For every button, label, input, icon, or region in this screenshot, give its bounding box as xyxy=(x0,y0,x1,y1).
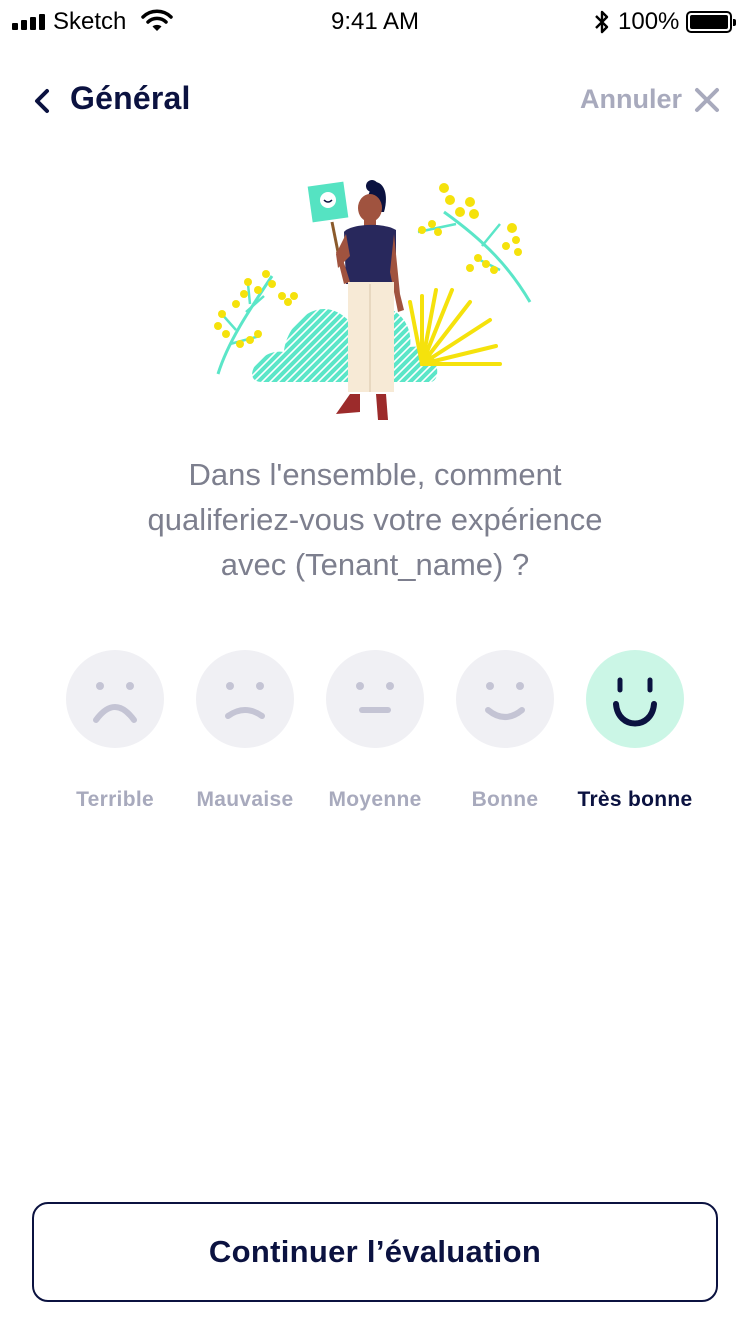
question-text: Dans l'ensemble, comment qualiferiez-vou… xyxy=(60,452,690,587)
battery-percentage: 100% xyxy=(618,8,680,35)
neutral-face-icon xyxy=(326,650,424,748)
back-button[interactable] xyxy=(30,84,54,118)
question-line-3: avec (Tenant_name) ? xyxy=(220,547,530,582)
question-line-2: qualiferiez-vous votre expérience xyxy=(147,502,603,537)
rating-options: Terrible Mauvaise Moyenne Bonne Très bon… xyxy=(45,650,705,830)
continue-label: Continuer l’évaluation xyxy=(208,1234,542,1269)
rating-label: Très bonne xyxy=(577,788,693,811)
rating-mauvaise[interactable]: Mauvaise xyxy=(175,650,315,820)
nav-bar: Général Annuler xyxy=(0,70,750,134)
chevron-left-icon xyxy=(35,89,49,113)
bluetooth-icon xyxy=(592,8,612,41)
question-line-1: Dans l'ensemble, comment xyxy=(188,457,562,492)
big-smile-face-icon xyxy=(586,650,684,748)
cancel-label: Annuler xyxy=(579,84,682,114)
cancel-button[interactable]: Annuler xyxy=(580,84,720,115)
rating-terrible[interactable]: Terrible xyxy=(45,650,185,820)
rating-moyenne[interactable]: Moyenne xyxy=(305,650,445,820)
continue-button[interactable]: Continuer l’évaluation xyxy=(32,1202,718,1302)
page-title: Général xyxy=(70,80,191,116)
rating-bonne[interactable]: Bonne xyxy=(435,650,575,820)
status-bar: Sketch 9:41 AM 100% xyxy=(0,0,750,44)
battery-icon xyxy=(686,11,736,33)
rating-tres-bonne[interactable]: Très bonne xyxy=(565,650,705,820)
sad-face-icon xyxy=(196,650,294,748)
close-icon xyxy=(695,87,719,112)
very-sad-face-icon xyxy=(66,650,164,748)
hero-illustration xyxy=(200,172,550,428)
smile-face-icon xyxy=(456,650,554,748)
